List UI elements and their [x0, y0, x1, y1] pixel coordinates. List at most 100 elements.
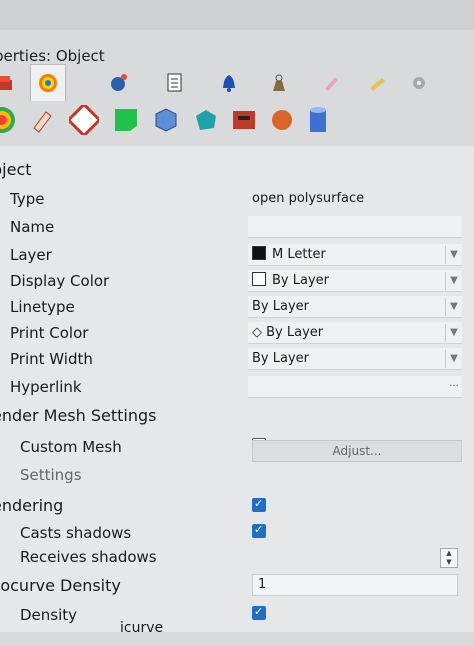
linetype-dropdown[interactable]: By Layer ▼ [248, 296, 462, 318]
hyperlink-label: Hyperlink [10, 378, 82, 396]
color-wheel-icon [0, 107, 15, 133]
tab-weight[interactable] [262, 66, 296, 100]
print-width-value: By Layer [252, 351, 309, 366]
mesh-settings-label: Settings [20, 466, 82, 484]
linetype-label: Linetype [10, 298, 75, 316]
display-color-label: Display Color [10, 272, 110, 290]
tab-layers[interactable] [0, 66, 20, 100]
row-partial-isocurve: icurve [0, 620, 474, 646]
material-paint-tube[interactable] [26, 104, 58, 136]
row-type: Type open polysurface [0, 186, 474, 212]
section-isocurve-label: socurve Density [0, 576, 121, 595]
casts-shadows-label: Casts shadows [20, 524, 132, 542]
display-color-value: By Layer [272, 273, 329, 288]
sphere-checker-icon [69, 105, 99, 135]
tab-pencil[interactable] [314, 66, 348, 100]
print-color-value: By Layer [266, 325, 324, 340]
hyperlink-browse-button[interactable]: ... [446, 378, 462, 394]
density-checkbox[interactable] [252, 605, 266, 620]
weight-icon [273, 74, 285, 91]
layer-dropdown[interactable]: M Letter ▼ [248, 244, 462, 266]
display-color-swatch [252, 272, 266, 286]
row-name: Name [0, 214, 474, 240]
scroll-spinner[interactable]: ▲ ▼ [440, 548, 458, 568]
material-icon-row [0, 104, 474, 144]
material-color-wheel[interactable] [0, 104, 18, 136]
blue-cube-icon [155, 108, 177, 132]
name-field[interactable] [248, 216, 462, 238]
row-print-width: Print Width By Layer ▼ [0, 346, 474, 372]
material-sphere-icon [39, 74, 57, 92]
material-red-box[interactable] [228, 104, 260, 136]
print-color-dropdown[interactable]: ◇ By Layer ▼ [248, 322, 462, 344]
section-render-mesh: ender Mesh Settings [0, 402, 474, 428]
chevron-down-icon: ▼ [445, 350, 462, 368]
linetype-value: By Layer [252, 299, 309, 314]
top-strip [0, 0, 474, 30]
tab-document[interactable] [158, 66, 192, 100]
teal-cube-icon [196, 110, 216, 130]
row-layer: Layer M Letter ▼ [0, 242, 474, 268]
casts-shadows-checkbox[interactable] [252, 523, 266, 538]
layer-value: M Letter [272, 247, 326, 262]
blue-cylinder-icon [310, 107, 326, 132]
properties-panel: bject Type open polysurface Name Layer M… [0, 146, 474, 636]
layer-stack-icon [0, 76, 12, 90]
row-mesh-settings: Settings Adjust... [0, 440, 474, 488]
name-label: Name [10, 218, 55, 236]
red-box-icon [233, 111, 255, 129]
tab-notify[interactable] [212, 66, 246, 100]
chevron-down-icon: ▼ [445, 298, 462, 316]
properties-tab-bar [0, 64, 474, 102]
material-orange-ball[interactable] [266, 104, 298, 136]
section-rendering: endering [0, 492, 474, 518]
isocurve-density-input[interactable]: 1 [252, 574, 458, 596]
tab-gear[interactable] [402, 66, 436, 100]
tab-light[interactable] [102, 66, 136, 100]
panel-title: perties: Object [0, 47, 105, 65]
diamond-icon: ◇ [252, 325, 262, 340]
ruler-icon [370, 78, 385, 91]
partial-isocurve-label: icurve [120, 620, 164, 636]
section-rendering-label: endering [0, 496, 64, 515]
section-isocurve: socurve Density 1 [0, 572, 474, 598]
tab-ruler[interactable] [360, 66, 394, 100]
green-square-icon [115, 109, 137, 131]
section-object-label: bject [0, 160, 32, 179]
section-object: bject [0, 156, 474, 182]
type-label: Type [10, 190, 45, 208]
page-icon [167, 73, 182, 92]
material-teal-cube[interactable] [190, 104, 222, 136]
pencil-icon [325, 77, 338, 91]
hyperlink-field[interactable] [248, 376, 462, 398]
material-checker-sphere[interactable] [68, 104, 100, 136]
rendering-enabled-checkbox[interactable] [252, 497, 266, 512]
receives-shadows-label: Receives shadows [20, 548, 157, 566]
chevron-down-icon: ▼ [445, 272, 462, 290]
section-render-mesh-label: ender Mesh Settings [0, 406, 157, 425]
chevron-down-icon: ▼ [445, 246, 462, 264]
adjust-button[interactable]: Adjust... [252, 440, 462, 462]
row-print-color: Print Color ◇ By Layer ▼ [0, 320, 474, 346]
row-receives-shadows: Receives shadows ▲ ▼ [0, 544, 474, 570]
bell-icon [223, 75, 235, 92]
row-linetype: Linetype By Layer ▼ [0, 294, 474, 320]
print-color-label: Print Color [10, 324, 89, 342]
print-width-dropdown[interactable]: By Layer ▼ [248, 348, 462, 370]
type-value: open polysurface [252, 191, 365, 206]
row-display-color: Display Color By Layer ▼ [0, 268, 474, 294]
row-casts-shadows: Casts shadows [0, 520, 474, 546]
gear-icon [413, 77, 425, 89]
material-blue-cube[interactable] [150, 104, 182, 136]
chevron-down-icon: ▼ [445, 324, 462, 342]
tab-material[interactable] [30, 64, 66, 101]
orange-ball-icon [272, 110, 292, 130]
material-blue-cylinder[interactable] [302, 104, 334, 136]
material-green-square[interactable] [110, 104, 142, 136]
light-bulb-icon [111, 74, 127, 91]
layer-color-swatch [252, 246, 266, 260]
display-color-dropdown[interactable]: By Layer ▼ [248, 270, 462, 292]
custom-mesh-label: Custom Mesh [20, 438, 122, 456]
row-hyperlink: Hyperlink ... [0, 374, 474, 400]
print-width-label: Print Width [10, 350, 93, 368]
